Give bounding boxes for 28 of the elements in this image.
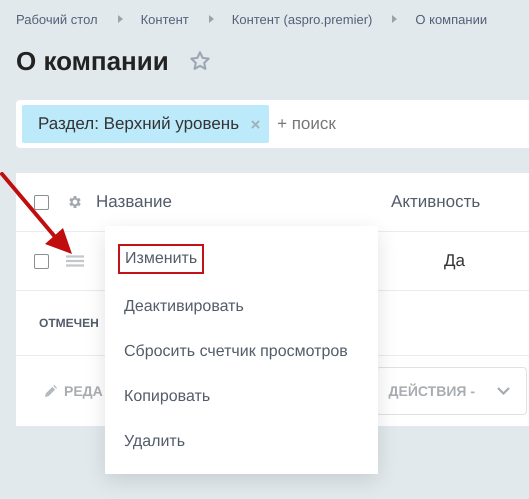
close-icon[interactable] [251, 120, 260, 128]
pencil-icon [44, 384, 57, 398]
checkbox[interactable] [34, 254, 49, 268]
selected-label: ОТМЕЧЕН [39, 316, 99, 330]
chevron-down-icon [497, 387, 510, 395]
filter-tag-label: Раздел: Верхний уровень [38, 114, 240, 134]
table-cell: Да [444, 251, 465, 271]
column-header[interactable]: Активность [391, 192, 480, 212]
menu-icon[interactable] [66, 255, 84, 267]
settings-icon[interactable] [67, 194, 83, 210]
search-field[interactable]: + поиск [277, 114, 336, 134]
menu-item[interactable]: Сбросить счетчик просмотров [105, 329, 378, 374]
breadcrumb-link[interactable]: Рабочий стол [16, 12, 98, 26]
breadcrumb-link[interactable]: О компании [415, 12, 488, 26]
menu-item[interactable]: Копировать [105, 374, 378, 419]
checkbox[interactable] [34, 194, 49, 210]
filter-tag[interactable]: Раздел: Верхний уровень [22, 105, 270, 143]
chevron-icon [118, 15, 123, 23]
page-title: О компании [16, 46, 169, 76]
star-icon[interactable] [188, 50, 211, 72]
menu-item[interactable]: Деактивировать [105, 284, 378, 329]
menu-item[interactable]: Изменить [118, 244, 204, 274]
breadcrumb-link[interactable]: Контент [140, 12, 189, 26]
chevron-icon [392, 15, 398, 23]
chevron-icon [208, 15, 214, 23]
menu-item[interactable]: Удалить [105, 419, 378, 464]
column-header[interactable]: Название [96, 192, 391, 212]
breadcrumb-link[interactable]: Контент (aspro.premier) [232, 12, 372, 26]
